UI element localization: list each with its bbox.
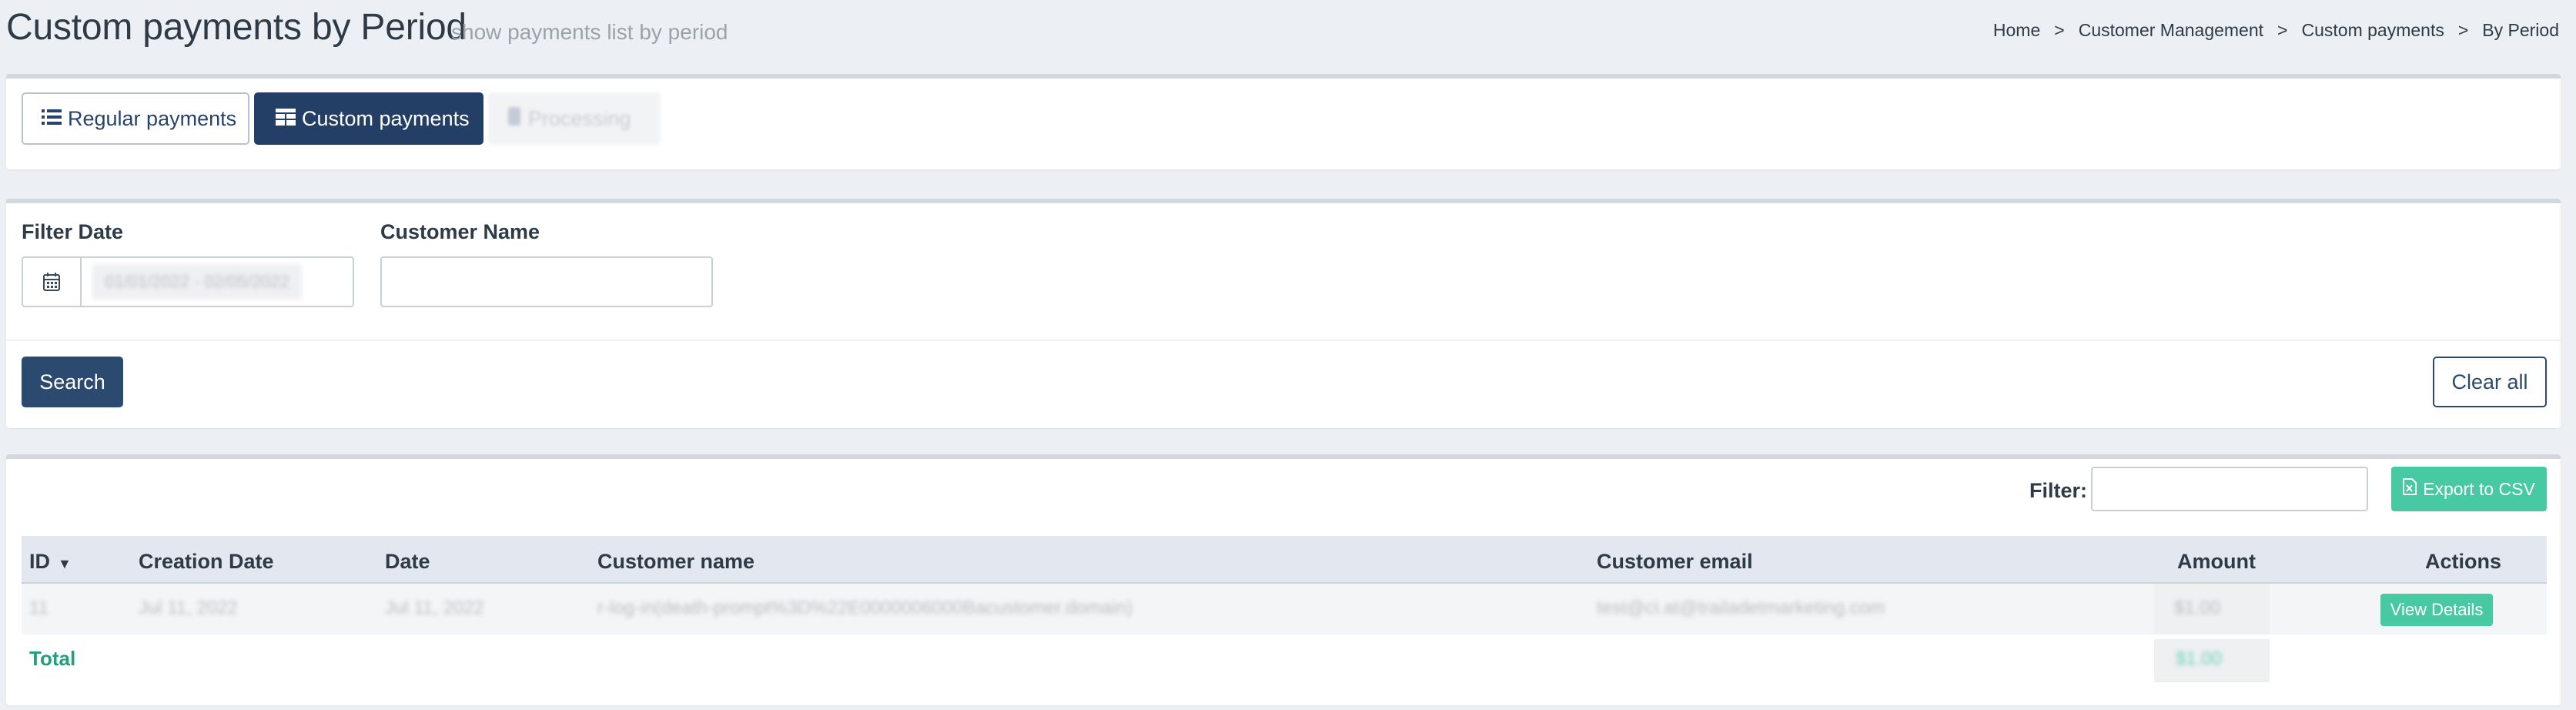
cell-creation-date: Jul 11, 2022 (139, 598, 238, 618)
page-title: Custom payments by Period (6, 7, 467, 48)
total-label: Total (29, 647, 76, 670)
col-customer-email[interactable]: Customer email (1597, 550, 1753, 574)
col-id-label: ID (29, 550, 50, 573)
processing-icon (507, 106, 522, 131)
table-icon (276, 107, 296, 131)
filters-divider (6, 340, 2561, 341)
filter-date-label: Filter Date (22, 220, 124, 243)
col-id[interactable]: ID ▼ (29, 550, 72, 574)
cell-id: 11 (29, 598, 49, 618)
customer-name-input[interactable] (380, 256, 713, 307)
breadcrumb-home[interactable]: Home (1993, 20, 2040, 41)
custom-payments-label: Custom payments (302, 106, 470, 130)
regular-payments-label: Regular payments (68, 106, 237, 130)
export-csv-button[interactable]: Export to CSV (2391, 467, 2547, 511)
list-icon (42, 107, 62, 131)
breadcrumb: Home > Customer Management > Custom paym… (1993, 20, 2559, 41)
breadcrumb-separator: > (2457, 20, 2469, 40)
view-details-button[interactable]: View Details (2380, 594, 2493, 626)
filter-date-field[interactable]: 01/01/2022 - 02/05/2022 (22, 256, 354, 307)
col-creation-date[interactable]: Creation Date (139, 550, 274, 574)
breadcrumb-custom-payments[interactable]: Custom payments (2301, 20, 2444, 41)
breadcrumb-customer-management[interactable]: Customer Management (2079, 20, 2263, 41)
col-customer-name[interactable]: Customer name (597, 550, 754, 574)
table-header: ID ▼ Creation Date Date Customer name Cus… (22, 536, 2547, 584)
col-amount[interactable]: Amount (2177, 550, 2256, 574)
total-amount-value: $1.00 (2176, 648, 2223, 669)
cell-date: Jul 11, 2022 (385, 598, 484, 618)
date-range-input[interactable]: 01/01/2022 - 02/05/2022 (82, 258, 353, 306)
file-excel-icon (2403, 478, 2417, 500)
cell-amount: $1.00 (2154, 584, 2270, 635)
page-subtitle: show payments list by period (451, 20, 728, 44)
col-date[interactable]: Date (385, 550, 430, 574)
table-filter-label: Filter: (2029, 479, 2088, 502)
breadcrumb-separator: > (2054, 20, 2065, 40)
breadcrumb-by-period: By Period (2482, 20, 2559, 40)
clear-all-button[interactable]: Clear all (2433, 357, 2547, 407)
cell-amount-value: $1.00 (2174, 598, 2221, 618)
processing-label: Processing (528, 106, 631, 130)
regular-payments-button[interactable]: Regular payments (22, 92, 249, 145)
processing-button[interactable]: Processing (488, 92, 661, 145)
custom-payments-button[interactable]: Custom payments (254, 92, 483, 145)
breadcrumb-separator: > (2277, 20, 2288, 40)
calendar-icon[interactable] (23, 258, 82, 306)
cell-customer-name: r-log-in(death-prompt%3D%22E0000006000Ba… (597, 598, 1133, 618)
table-filter-input[interactable] (2091, 467, 2368, 511)
cell-customer-email: test@ci.at@trailadetmarketing.com (1597, 598, 1885, 618)
customer-name-label: Customer Name (380, 220, 540, 243)
search-button[interactable]: Search (22, 357, 123, 407)
date-range-value: 01/01/2022 - 02/05/2022 (92, 264, 302, 300)
export-csv-label: Export to CSV (2423, 478, 2535, 499)
col-actions: Actions (2425, 550, 2502, 573)
sort-desc-icon: ▼ (58, 556, 72, 571)
